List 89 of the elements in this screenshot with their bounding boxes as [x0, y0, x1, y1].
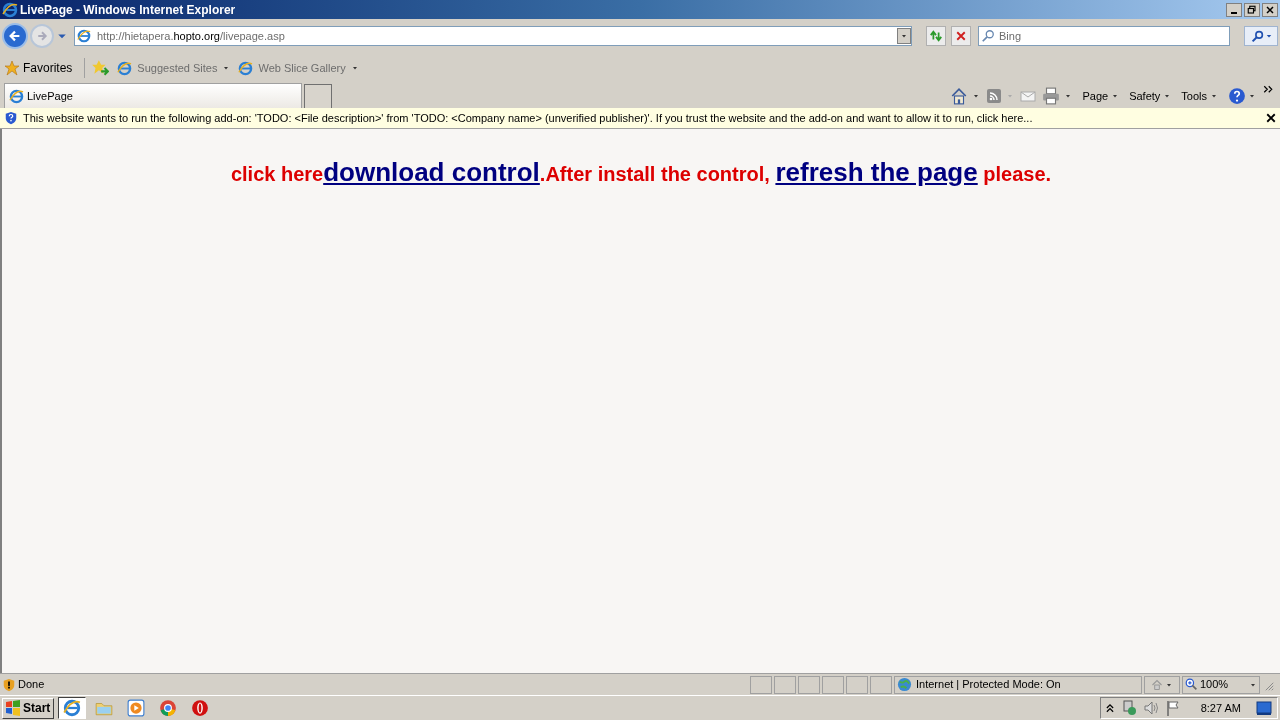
globe-icon — [897, 677, 912, 692]
search-field[interactable]: Bing — [978, 26, 1230, 46]
minimize-button[interactable] — [1226, 2, 1242, 17]
favorites-bar-link[interactable]: Suggested Sites — [117, 57, 231, 79]
minimize-icon — [1231, 11, 1237, 14]
status-panel — [750, 675, 772, 694]
stop-button[interactable] — [951, 26, 971, 46]
ie-page-icon — [238, 60, 254, 76]
new-tab-button[interactable] — [304, 84, 332, 108]
favorites-bar-link[interactable]: Web Slice Gallery — [238, 57, 359, 79]
caret-icon — [1064, 92, 1073, 100]
ie-page-icon — [9, 88, 24, 104]
left-arrow-icon — [8, 29, 22, 43]
caret-icon — [972, 92, 981, 100]
ie-logo-icon — [63, 699, 81, 717]
address-field[interactable]: http://hietapera.hopto.org/livepage.asp — [74, 26, 912, 46]
back-button[interactable] — [2, 23, 28, 49]
shield-help-icon — [4, 111, 18, 125]
right-arrow-icon — [36, 30, 48, 42]
caret-icon — [350, 64, 359, 72]
network-icon[interactable] — [1120, 700, 1137, 716]
caret-icon — [1265, 33, 1272, 39]
close-icon — [1266, 113, 1276, 123]
play-icon — [127, 699, 145, 717]
zoom-in-icon — [1185, 678, 1198, 691]
text-link[interactable]: refresh the page — [775, 157, 978, 187]
favorites-button[interactable]: Favorites — [4, 57, 79, 79]
information-bar[interactable] — [0, 108, 1280, 129]
url-text: http://hietapera.hopto.org/livepage.asp — [97, 28, 285, 44]
windows-logo-icon — [5, 700, 21, 716]
address-dropdown-button[interactable] — [897, 28, 911, 44]
rss-feed-icon — [986, 88, 1003, 104]
browser-tab[interactable]: LivePage — [4, 83, 302, 108]
download-instruction-text: click heredownload control.After install the control, refresh the page please. — [230, 156, 1052, 189]
home-button[interactable] — [950, 87, 981, 105]
command-menu[interactable]: Safety — [1129, 87, 1172, 105]
taskbar-app-button[interactable] — [58, 697, 86, 719]
close-icon — [955, 30, 967, 42]
search-icon — [1250, 29, 1264, 43]
status-panel — [798, 675, 820, 694]
chrome-logo-icon — [159, 699, 177, 717]
opera-logo-icon — [191, 699, 209, 717]
close-icon — [1264, 3, 1276, 16]
refresh-arrows-icon — [929, 29, 943, 43]
search-icon — [981, 29, 995, 43]
question-mark-icon — [1228, 87, 1246, 105]
caret-icon — [1163, 92, 1172, 100]
help-button[interactable] — [1228, 87, 1256, 105]
restore-button[interactable] — [1244, 2, 1260, 17]
house-icon — [950, 87, 969, 105]
chevron-up-icon[interactable] — [1104, 703, 1115, 713]
close-button[interactable] — [1266, 113, 1276, 123]
speaker-icon[interactable] — [1142, 700, 1159, 716]
status-text: Done — [18, 677, 46, 693]
add-favorite-star-icon[interactable] — [91, 59, 110, 77]
command-menu[interactable]: Page — [1082, 87, 1120, 105]
house-icon — [1151, 678, 1163, 691]
caret-icon — [1210, 92, 1218, 100]
information-bar-message: This website wants to run the following add-on: 'TODO: <File description>' from 'TODO: <Company name> (unverified publisher)'. If you trust the website and the add-on and want to allow it to run, click here... — [23, 110, 1033, 126]
command-menu[interactable]: Tools — [1181, 87, 1218, 105]
text-link[interactable]: download control — [323, 157, 540, 187]
print-button[interactable] — [1042, 87, 1073, 105]
printer-icon — [1042, 87, 1061, 105]
start-button[interactable]: Start — [2, 697, 54, 719]
caret-icon — [222, 64, 231, 72]
ie-page-icon — [77, 29, 91, 43]
ie-page-icon — [117, 60, 133, 76]
clock-text: 8:27 AM — [1200, 700, 1241, 716]
flag-icon[interactable] — [1164, 700, 1181, 716]
status-panel — [774, 675, 796, 694]
search-button[interactable] — [1244, 26, 1278, 46]
caret-icon — [900, 32, 908, 40]
status-panel — [822, 675, 844, 694]
security-zone-panel[interactable]: Internet | Protected Mode: On — [894, 675, 1142, 694]
zoom-button[interactable]: 100% — [1182, 675, 1260, 694]
feeds-button[interactable] — [986, 88, 1015, 104]
status-panel — [846, 675, 868, 694]
restore-icon — [1246, 3, 1258, 16]
show-desktop-icon[interactable] — [1255, 700, 1273, 716]
caret-icon — [1248, 92, 1256, 100]
ie-logo-icon — [2, 1, 18, 18]
star-icon — [4, 60, 20, 76]
caret-icon — [1006, 92, 1015, 100]
refresh-button[interactable] — [926, 26, 946, 46]
status-panel — [870, 675, 892, 694]
window-title: LivePage - Windows Internet Explorer — [20, 1, 236, 19]
warning-shield-icon — [2, 677, 16, 692]
close-button[interactable] — [1262, 2, 1278, 17]
caret-icon — [1111, 92, 1120, 100]
